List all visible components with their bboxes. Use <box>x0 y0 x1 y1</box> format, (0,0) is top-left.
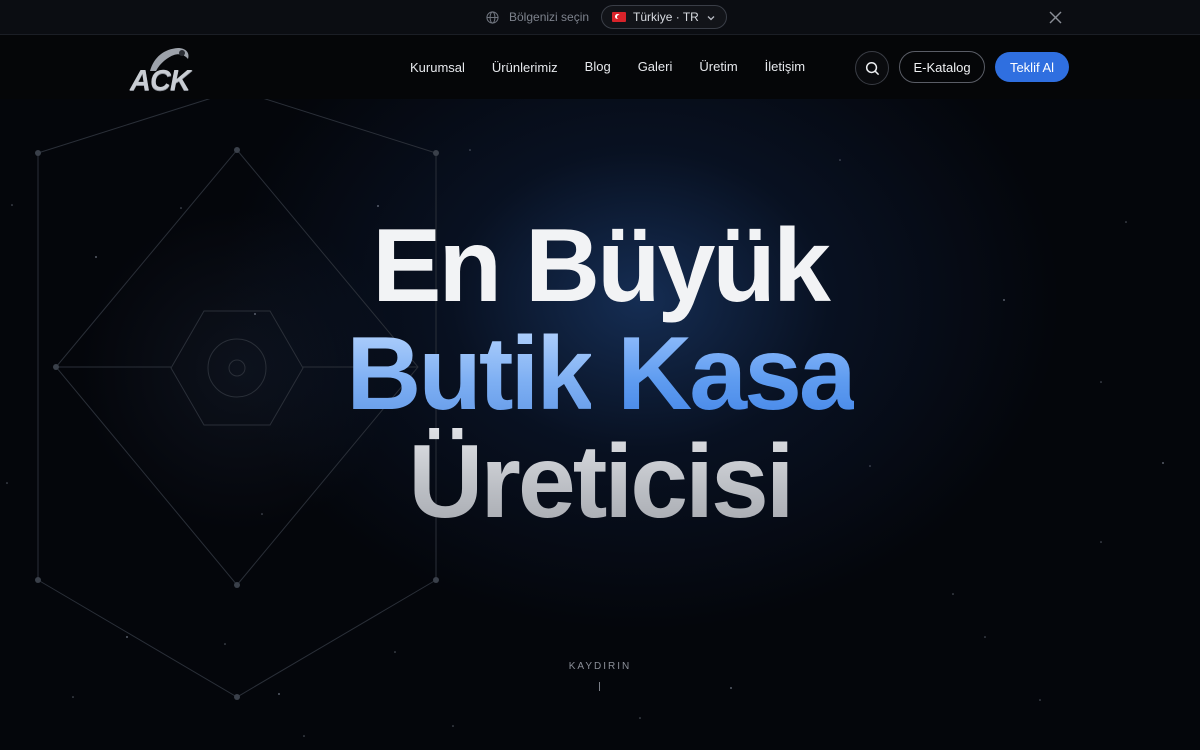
nav-item-urunlerimiz[interactable]: Ürünlerimiz <box>492 60 558 76</box>
teklif-al-button[interactable]: Teklif Al <box>995 52 1069 82</box>
close-icon <box>1049 11 1061 23</box>
turkey-flag-icon <box>612 12 627 22</box>
hero-title-line-3: Üreticisi <box>0 428 1200 536</box>
main-nav: Kurumsal Ürünlerimiz Blog Galeri Üretim … <box>410 35 832 99</box>
e-katalog-button[interactable]: E-Katalog <box>899 51 985 83</box>
hero-title-word-butik: Butik <box>346 316 594 432</box>
hero-title-word-kasa: Kasa <box>617 316 857 432</box>
hero-title-line-2: Butik Kasa <box>0 320 1200 428</box>
search-button[interactable] <box>855 51 889 85</box>
ack-logo[interactable]: ACK <box>128 43 218 97</box>
scroll-hint[interactable]: KAYDIRIN <box>0 661 1200 672</box>
region-bar: Bölgenizi seçin Türkiye · TR <box>0 0 1200 35</box>
globe-icon <box>486 10 499 24</box>
nav-item-kurumsal[interactable]: Kurumsal <box>410 60 465 76</box>
chevron-down-icon <box>706 12 716 22</box>
site-header: ACK Kurumsal Ürünlerimiz Blog Galeri Üre… <box>0 35 1200 99</box>
scroll-indicator-line <box>599 682 600 691</box>
hero-title-line-1: En Büyük <box>372 208 831 324</box>
search-icon <box>865 61 879 75</box>
nav-item-iletisim[interactable]: İletişim <box>765 59 805 75</box>
hero-title: En Büyük Butik Kasa Üreticisi <box>0 212 1200 536</box>
region-label: Bölgenizi seçin <box>509 10 590 24</box>
selected-region: Türkiye · TR <box>633 10 699 24</box>
close-region-bar-button[interactable] <box>1044 6 1066 28</box>
nav-item-galeri[interactable]: Galeri <box>638 59 673 75</box>
region-select[interactable]: Türkiye · TR <box>601 5 727 29</box>
nav-item-blog[interactable]: Blog <box>585 59 611 75</box>
nav-item-uretim[interactable]: Üretim <box>699 59 737 75</box>
logo-text: ACK <box>130 65 191 97</box>
